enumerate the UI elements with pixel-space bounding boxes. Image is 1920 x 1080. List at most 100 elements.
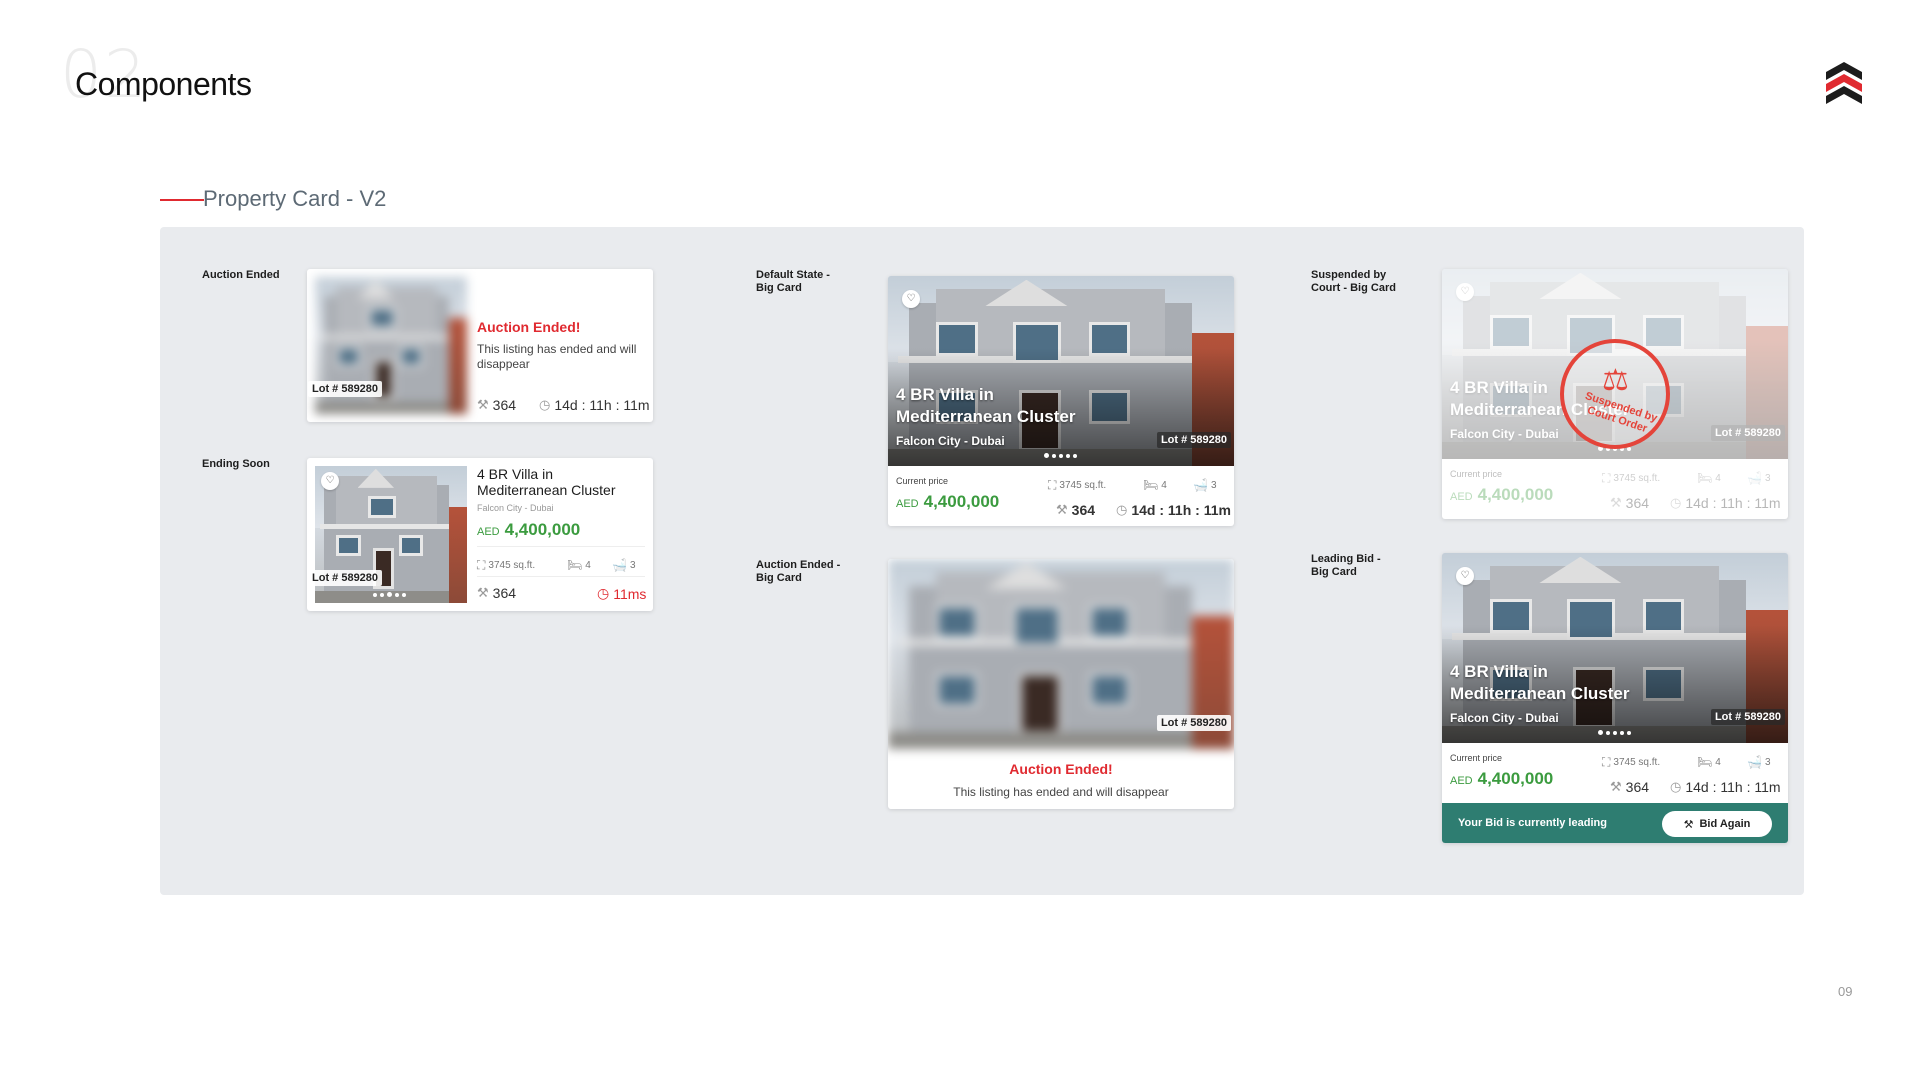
lot-number: Lot # 589280 [1710,425,1785,441]
area-stat: ⛶ 3745 sq.ft. [1602,471,1661,485]
timer-icon: ◷ [597,585,610,601]
favorite-heart-icon[interactable]: ♡ [902,290,920,308]
current-price: AED 4,400,000 [1450,769,1554,788]
current-price-label: Current price [1450,753,1503,763]
divider [477,546,645,547]
area-stat: ⛶ 3745 sq.ft. [477,558,536,572]
carousel-dots[interactable] [1044,453,1077,458]
bed-icon: 🛏 [1697,755,1713,769]
lot-number: Lot # 589280 [1710,709,1785,725]
bed-icon: 🛏 [1143,478,1159,492]
bath-icon: 🛁 [1747,755,1762,769]
time-left: ◷ 14d : 11h : 11m [1670,779,1781,795]
timer-icon: ◷ [1116,502,1128,517]
baths-stat: 🛁 3 [1747,471,1771,485]
scale-icon: ⚖ [1602,364,1629,397]
gavel-icon: ⚒ [477,397,489,412]
auction-ended-title: Auction Ended! [1009,761,1113,777]
page-title: Components [75,66,252,102]
label-suspended-big: Suspended by Court - Big Card [1311,269,1396,294]
bed-icon: 🛏 [567,558,583,572]
auction-ended-message: This listing has ended and will disappea… [953,785,1169,799]
property-card-leading-big[interactable]: ♡ 4 BR Villa in Mediterranean Cluster Fal… [1442,553,1788,843]
bid-count: ⚒ 364 [1610,495,1650,511]
bid-count: ⚒ 364 [477,397,517,413]
area-icon: ⛶ [1602,471,1611,485]
property-card-ended-big[interactable]: Lot # 589280 Auction Ended! This listing… [888,559,1234,809]
time-left: ◷ 14d : 11h : 11m [539,397,650,413]
baths-stat: 🛁 3 [612,558,636,572]
label-default-big: Default State - Big Card [756,269,830,294]
baths-stat: 🛁 3 [1747,755,1771,769]
beds-stat: 🛏 4 [1697,755,1721,769]
property-location: Falcon City - Dubai [1450,427,1559,441]
favorite-heart-icon: ♡ [1456,283,1474,301]
bid-count: ⚒ 364 [477,585,517,601]
timer-icon: ◷ [1670,779,1682,794]
label-leading-big: Leading Bid - Big Card [1311,553,1381,578]
property-title: 4 BR Villa in Mediterranean Cluster [477,466,616,498]
components-panel: Auction Ended Ending Soon Default State … [160,227,1804,895]
current-price-label: Current price [896,476,949,486]
section-accent-line [160,199,204,201]
property-card-default-big[interactable]: ♡ 4 BR Villa in Mediterranean Cluster Fal… [888,276,1234,526]
carousel-dots[interactable] [1598,730,1631,735]
gavel-icon: ⚒ [1056,502,1068,517]
divider [477,576,645,577]
bath-icon: 🛁 [612,558,627,572]
gavel-icon: ⚒ [477,585,489,600]
label-auction-ended: Auction Ended [202,269,280,281]
gavel-icon: ⚒ [1683,818,1694,831]
favorite-heart-icon[interactable]: ♡ [321,472,339,490]
brand-chevron-logo [1826,62,1862,104]
bath-icon: 🛁 [1193,478,1208,492]
gavel-icon: ⚒ [1610,779,1622,794]
bed-icon: 🛏 [1697,471,1713,485]
time-left: ◷ 14d : 11h : 11m [1116,502,1231,518]
auction-ended-message: This listing has ended and will disappea… [477,342,637,371]
bid-again-button[interactable]: ⚒ Bid Again [1662,811,1772,837]
beds-stat: 🛏 4 [1143,478,1167,492]
area-stat: ⛶ 3745 sq.ft. [1602,755,1661,769]
property-card-suspended-big[interactable]: ♡ 4 BR Villa in Mediterranean Cluster Fal… [1442,269,1788,519]
current-price: AED 4,400,000 [896,492,1000,511]
property-title: 4 BR Villa in Mediterranean Cluster [896,385,1076,426]
lot-number: Lot # 589280 [308,570,383,586]
beds-stat: 🛏 4 [1697,471,1721,485]
property-card-auction-ended[interactable]: Lot # 589280 Auction Ended! This listing… [307,269,653,422]
bid-count: ⚒ 364 [1056,502,1096,518]
area-icon: ⛶ [477,558,486,572]
timer-icon: ◷ [1670,495,1682,510]
beds-stat: 🛏 4 [567,558,591,572]
section-title: Property Card - V2 [203,186,387,211]
gavel-icon: ⚒ [1610,495,1622,510]
time-left: ◷ 14d : 11h : 11m [1670,495,1781,511]
area-stat: ⛶ 3745 sq.ft. [1048,478,1107,492]
page-number: 09 [1838,984,1853,999]
area-icon: ⛶ [1602,755,1611,769]
leading-bid-bar: Your Bid is currently leading ⚒ Bid Again [1442,803,1788,843]
lot-number: Lot # 589280 [1156,432,1231,448]
bath-icon: 🛁 [1747,471,1762,485]
property-title: 4 BR Villa in Mediterranean Cluster [1450,662,1630,703]
property-location: Falcon City - Dubai [477,503,554,513]
property-location: Falcon City - Dubai [1450,711,1559,725]
leading-status-text: Your Bid is currently leading [1458,817,1607,829]
label-ended-big: Auction Ended - Big Card [756,559,841,584]
area-icon: ⛶ [1048,478,1057,492]
auction-ended-title: Auction Ended! [477,319,581,335]
suspended-court-order-stamp: ⚖ Suspended by Court Order [1560,339,1670,449]
property-card-ending-soon[interactable]: ♡ Lot # 589280 4 BR Villa in Mediterranea… [307,458,653,611]
baths-stat: 🛁 3 [1193,478,1217,492]
property-location: Falcon City - Dubai [896,434,1005,448]
bid-count: ⚒ 364 [1610,779,1650,795]
current-price: AED 4,400,000 [1450,485,1554,504]
lot-number: Lot # 589280 [1156,715,1231,731]
favorite-heart-icon[interactable]: ♡ [1456,567,1474,585]
current-price-label: Current price [1450,469,1503,479]
label-ending-soon: Ending Soon [202,458,270,470]
carousel-dots[interactable] [373,592,406,597]
time-left-urgent: ◷ 11ms [597,585,647,602]
current-price: AED 4,400,000 [477,520,581,539]
timer-icon: ◷ [539,397,551,412]
